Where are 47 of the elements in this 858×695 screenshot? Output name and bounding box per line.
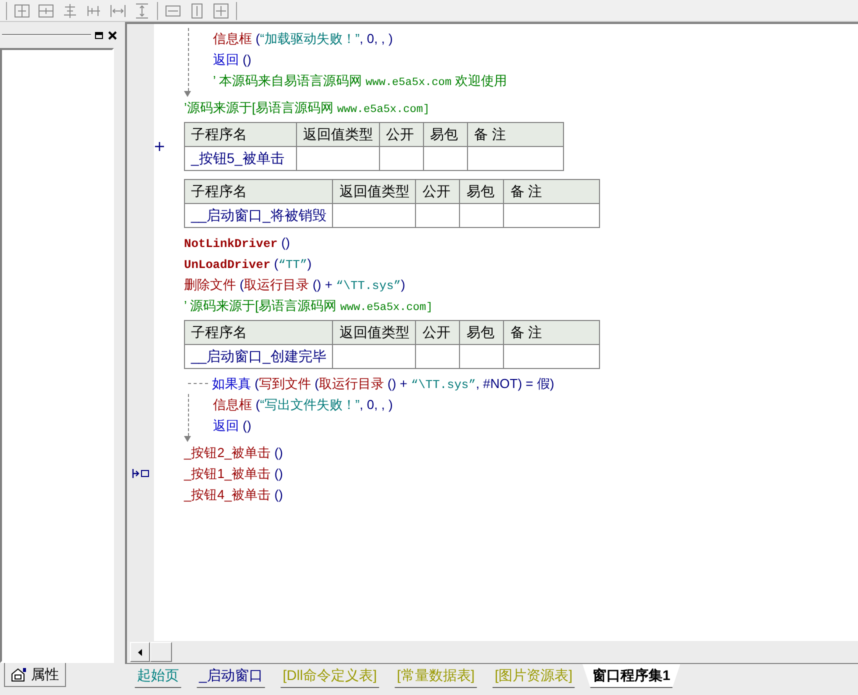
size-icon[interactable] <box>212 2 230 20</box>
subroutine-name: __启动窗口_创建完毕 <box>184 344 333 368</box>
column-header: 备 注 <box>468 122 564 146</box>
code-line: ’ 源码来源于[易语言源码网 www.e5a5x.com] <box>184 297 433 316</box>
flow-guide <box>188 383 208 384</box>
code-line: 信息框 (“加载驱动失败！”, 0, , ) <box>213 30 393 48</box>
code-line: 返回 () <box>213 417 252 435</box>
spacing-icon[interactable] <box>133 2 151 20</box>
column-header: 返回值类型 <box>332 320 416 344</box>
column-header: 备 注 <box>504 180 600 204</box>
code-line: _按钮4_被单击 () <box>184 486 283 504</box>
code-line: 如果真 (写到文件 (取运行目录 () + “\TT.sys”, #NOT) = 假) <box>212 375 554 394</box>
column-header: 公开 <box>416 320 460 344</box>
code-line: _按钮1_被单击 () <box>184 465 283 483</box>
layout-icon[interactable] <box>37 2 55 20</box>
document-tab[interactable]: 窗口程序集1 <box>582 664 680 688</box>
scroll-left-button[interactable] <box>130 642 150 662</box>
column-header: 备 注 <box>504 320 600 344</box>
column-header: 公开 <box>380 122 424 146</box>
properties-tab[interactable]: 属性 <box>4 663 66 687</box>
align-icon[interactable] <box>61 2 79 20</box>
column-header: 子程序名 <box>184 320 333 344</box>
subroutine-name: _按钮5_被单击 <box>184 146 296 170</box>
column-header: 子程序名 <box>184 122 296 146</box>
column-header: 子程序名 <box>184 180 333 204</box>
column-header: 易包 <box>424 122 468 146</box>
code-line: 删除文件 (取运行目录 () + “\TT.sys”) <box>184 276 406 295</box>
column-header: 易包 <box>460 180 504 204</box>
code-line: ’源码来源于[易语言源码网 www.e5a5x.com] <box>184 99 430 118</box>
scroll-thumb[interactable] <box>150 642 172 662</box>
code-line: NotLinkDriver () <box>184 234 290 253</box>
subroutine-name: __启动窗口_将被销毁 <box>184 204 333 228</box>
expand-icon[interactable] <box>155 142 164 151</box>
maximize-icon[interactable] <box>93 30 105 40</box>
column-header: 返回值类型 <box>332 180 416 204</box>
code-line: UnLoadDriver (“TT”) <box>184 255 312 274</box>
close-icon[interactable] <box>107 30 118 40</box>
column-header: 易包 <box>460 320 504 344</box>
column-header: 公开 <box>416 180 460 204</box>
code-line: 返回 () <box>213 51 252 69</box>
properties-icon <box>11 668 27 682</box>
layout-icon[interactable] <box>13 2 31 20</box>
code-line: 信息框 (“写出文件失败！”, 0, , ) <box>213 396 393 414</box>
column-header: 返回值类型 <box>296 122 380 146</box>
code-line: ’ 本源码来自易语言源码网 www.e5a5x.com 欢迎使用 <box>213 72 508 91</box>
left-arrow-icon <box>138 648 142 656</box>
code-line: _按钮2_被单击 () <box>184 444 283 462</box>
